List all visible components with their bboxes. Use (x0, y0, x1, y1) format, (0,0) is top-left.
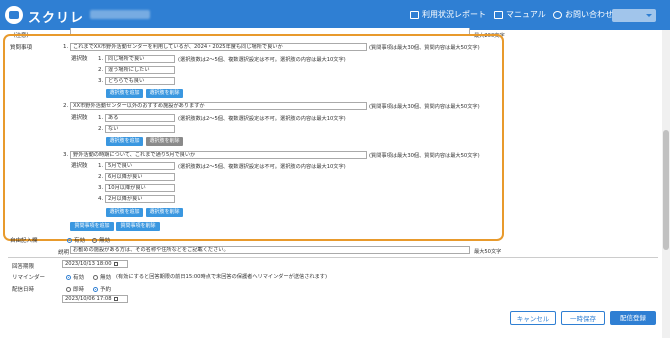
calendar-icon (113, 261, 118, 266)
choice-input[interactable]: 同じ場所で良い (105, 55, 175, 63)
book-icon (494, 10, 503, 19)
question-hint: (質問事項は最大30個、質問内容は最大50文字) (369, 153, 480, 159)
choice-number: 1. (98, 56, 104, 62)
delivery-now-label: 即時 (73, 287, 85, 293)
choice-number: 2. (98, 126, 104, 132)
choice-input[interactable]: どちらでも良い (105, 77, 175, 85)
description-limit: 最大50文字 (474, 249, 502, 255)
add-question-button[interactable]: 質問事項を追加 (70, 222, 114, 231)
choice-number: 1. (98, 115, 104, 121)
radio-selected-icon (93, 287, 98, 292)
deadline-label: 回答期限 (12, 264, 35, 270)
report-icon (410, 10, 419, 19)
deadline-value: 2023/10/13 18:00 (65, 261, 112, 267)
nav-usage-report[interactable]: 利用状況レポート (410, 9, 486, 20)
radio-selected-icon (67, 238, 72, 243)
nav-contact-label: お問い合わせ (565, 10, 613, 19)
choice-hint: (選択肢数は2〜5個、複数選択設定は不可。選択肢の内容は最大10文字) (178, 164, 346, 170)
reminder-on-option[interactable]: 有効 (66, 273, 84, 281)
deadline-input[interactable]: 2023/10/13 18:00 (62, 260, 128, 268)
reminder-off-label: 無効 (100, 275, 112, 281)
choices-label: 選択肢 (71, 115, 88, 121)
delivery-scheduled-option[interactable]: 予約 (93, 285, 111, 293)
radio-icon (93, 275, 98, 280)
app-logo-icon[interactable] (5, 6, 23, 24)
choice-input[interactable]: 5月で良い (105, 162, 175, 170)
calendar-icon (113, 296, 118, 301)
choices-label: 選択肢 (71, 56, 88, 62)
scrollbar-thumb[interactable] (663, 130, 669, 250)
reminder-label: リマインダー (12, 275, 46, 281)
choice-number: 2. (98, 174, 104, 180)
radio-icon (66, 287, 71, 292)
question-hint: (質問事項は最大30個、質問内容は最大50文字) (369, 45, 480, 51)
choice-input[interactable]: 2月以降が良い (105, 195, 175, 203)
question-input[interactable]: XX市野外活動センター以外のおすすめ施設がありますか (70, 102, 367, 110)
register-delivery-button[interactable]: 配信登録 (610, 311, 656, 325)
free-entry-yes-label: 有効 (74, 238, 86, 244)
nav-manual[interactable]: マニュアル (494, 9, 546, 20)
delivery-scheduled-label: 予約 (100, 287, 112, 293)
choice-number: 4. (98, 196, 104, 202)
add-choice-button[interactable]: 選択肢を追加 (106, 137, 143, 146)
free-entry-no-label: 無効 (99, 238, 111, 244)
cancel-button[interactable]: キャンセル (510, 311, 556, 325)
choice-number: 1. (98, 163, 104, 169)
add-choice-button[interactable]: 選択肢を追加 (106, 208, 143, 217)
free-entry-no-option[interactable]: 無効 (92, 236, 110, 244)
top-navigation-bar: スクリレ 利用状況レポート マニュアル お問い合わせ (0, 0, 670, 30)
highlight-frame (3, 34, 504, 241)
choice-input[interactable]: ない (105, 125, 175, 133)
user-menu-dropdown[interactable] (612, 9, 656, 22)
radio-icon (92, 238, 97, 243)
delete-choice-button[interactable]: 選択肢を削除 (146, 208, 183, 217)
question-input[interactable]: これまでXX市野外活動センターを利用しているが、2024・2025年度も同じ場所… (70, 43, 367, 51)
delivery-datetime-value: 2023/10/06 17:08 (65, 296, 112, 302)
choice-hint: (選択肢数は2〜5個、複数選択設定は不可。選択肢の内容は最大10文字) (178, 57, 346, 63)
app-title: スクリレ (28, 11, 85, 26)
choice-input[interactable]: ある (105, 114, 175, 122)
choice-number: 3. (98, 185, 104, 191)
choice-hint: (選択肢数は2〜5個、複数選択設定は不可。選択肢の内容は最大10文字) (178, 116, 346, 122)
choice-input[interactable]: 6月以降が良い (105, 173, 175, 181)
reminder-on-label: 有効 (73, 275, 85, 281)
choice-input[interactable]: 10月以降が良い (105, 184, 175, 192)
nav-usage-report-label: 利用状況レポート (422, 10, 486, 19)
description-input[interactable]: お勧めの施設がある方は、その名称や住所などをご記載ください。 (70, 246, 470, 254)
free-entry-label: 自由記入欄 (10, 238, 38, 244)
survey-label: 質問事項 (10, 45, 33, 51)
question-number: 1. (63, 44, 69, 50)
choices-label: 選択肢 (71, 163, 88, 169)
page-scrollbar[interactable] (662, 30, 670, 338)
delivery-datetime-input[interactable]: 2023/10/06 17:08 (62, 295, 128, 303)
description-label: 説明 (58, 250, 70, 256)
reminder-off-option[interactable]: 無効 (93, 273, 111, 281)
reminder-note: (有効にすると回答期限の前日15:00時点で未回答の保護者へリマインダーが送信さ… (116, 274, 327, 280)
question-icon (553, 10, 562, 19)
add-choice-button[interactable]: 選択肢を追加 (106, 89, 143, 98)
nav-manual-label: マニュアル (506, 10, 546, 19)
divider (8, 257, 658, 258)
question-number: 3. (63, 152, 69, 158)
delete-choice-button[interactable]: 選択肢を削除 (146, 137, 183, 146)
choice-number: 3. (98, 78, 104, 84)
choice-number: 2. (98, 67, 104, 73)
nav-contact[interactable]: お問い合わせ (553, 9, 613, 20)
choice-input[interactable]: 違う場所にしたい (105, 66, 175, 74)
delivery-now-option[interactable]: 即時 (66, 285, 84, 293)
delete-question-button[interactable]: 質問事項を削除 (116, 222, 160, 231)
delete-choice-button[interactable]: 選択肢を削除 (146, 89, 183, 98)
question-number: 2. (63, 103, 69, 109)
delivery-label: 配信日時 (12, 287, 35, 293)
free-entry-yes-option[interactable]: 有効 (67, 236, 85, 244)
school-name-blurred (90, 10, 150, 19)
question-input[interactable]: 野外活動の時期について、これまで通り5月で良いか (70, 151, 367, 159)
save-draft-button[interactable]: 一時保存 (561, 311, 605, 325)
radio-selected-icon (66, 275, 71, 280)
question-hint: (質問事項は最大30個、質問内容は最大50文字) (369, 104, 480, 110)
